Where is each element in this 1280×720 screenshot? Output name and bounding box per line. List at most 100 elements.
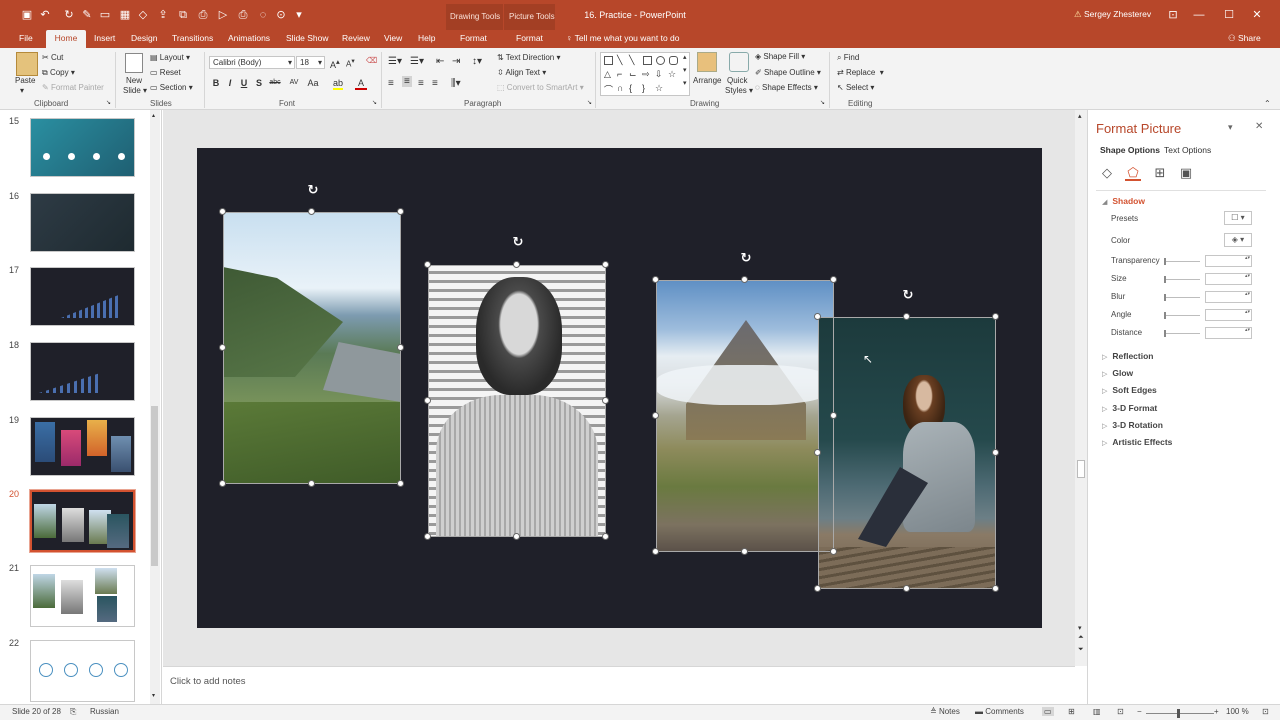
justify-icon[interactable]: ≡ (432, 78, 438, 89)
present-icon-3[interactable]: ⊙ (274, 8, 288, 22)
new-slide-label-1[interactable]: New (126, 76, 142, 85)
reading-view-icon[interactable]: ▥ (1093, 707, 1101, 716)
redo-icon[interactable]: ↻ (62, 8, 76, 22)
slide-thumbnail[interactable] (30, 565, 135, 627)
scroll-up-icon[interactable]: ▴ (1078, 112, 1082, 120)
columns-icon[interactable]: ⫼▾ (451, 78, 461, 89)
shape-arrow-right[interactable]: ⇨ (642, 69, 650, 80)
effects-icon[interactable]: ⬠ (1125, 165, 1141, 181)
slideshow-view-icon[interactable]: ⊡ (1117, 707, 1124, 716)
shape-triangle[interactable]: △ (604, 69, 611, 80)
align-left-icon[interactable]: ≡ (388, 78, 394, 89)
resize-handle[interactable] (814, 313, 821, 320)
transparency-input[interactable] (1205, 255, 1252, 267)
format-painter-button[interactable]: ✎ Format Painter (42, 83, 104, 92)
angle-slider[interactable] (1164, 312, 1200, 319)
resize-handle[interactable] (424, 533, 431, 540)
resize-handle[interactable] (424, 397, 431, 404)
text-direction-button[interactable]: ⇅ Text Direction ▾ (497, 53, 561, 62)
zoom-slider[interactable] (1146, 713, 1214, 714)
rotate-handle-icon[interactable]: ↻ (306, 183, 320, 197)
highlight-icon[interactable]: ab (333, 78, 344, 90)
quick-styles-button[interactable]: Styles ▾ (725, 86, 753, 95)
shapes-gallery[interactable]: ╲ ╲ △ ⌐ ⌙ ⇨ ⇩ ☆ ⌒ ∩ { } ☆ (600, 52, 690, 96)
rotate-handle-icon[interactable]: ↻ (901, 288, 915, 302)
resize-handle[interactable] (652, 276, 659, 283)
screenshot-icon[interactable]: ⧉ (176, 8, 190, 22)
arrange-button[interactable]: Arrange (693, 76, 721, 85)
resize-handle[interactable] (814, 449, 821, 456)
decrease-indent-icon[interactable]: ⇤ (436, 56, 444, 67)
next-slide-icon[interactable]: ⏷ (1078, 646, 1084, 654)
distance-input[interactable] (1205, 327, 1252, 339)
glow-section[interactable]: ▷ Glow (1102, 368, 1133, 378)
resize-handle[interactable] (602, 533, 609, 540)
resize-handle[interactable] (652, 412, 659, 419)
resize-handle[interactable] (397, 344, 404, 351)
tab-picture-format[interactable]: Format (516, 33, 543, 43)
replace-button[interactable]: ⇄ Replace ▾ (837, 68, 884, 77)
zoom-in-icon[interactable]: + (1214, 707, 1219, 716)
zoom-level[interactable]: 100 % (1226, 707, 1249, 716)
slide-thumbnail[interactable] (30, 193, 135, 252)
notes-button[interactable]: ≜ Notes (930, 707, 960, 716)
angle-input[interactable] (1205, 309, 1252, 321)
soft-edges-section[interactable]: ▷ Soft Edges (1102, 385, 1157, 395)
decrease-font-icon[interactable]: A▾ (346, 57, 355, 69)
pane-close-icon[interactable]: ✕ (1255, 121, 1263, 132)
previous-slide-icon[interactable]: ⏶ (1078, 634, 1084, 642)
shape-star-2[interactable]: ☆ (655, 83, 663, 94)
underline-button[interactable]: U (238, 78, 250, 88)
slide-canvas[interactable]: ↻ ↻ ↻ ↻ ↖ (197, 148, 1042, 628)
size-input[interactable] (1205, 273, 1252, 285)
resize-handle[interactable] (602, 397, 609, 404)
shape-star[interactable]: ☆ (668, 69, 676, 80)
align-right-icon[interactable]: ≡ (418, 78, 424, 89)
fill-line-icon[interactable]: ◇ (1099, 165, 1115, 181)
shape-text-box[interactable] (604, 56, 613, 65)
paste-dropdown-icon[interactable]: ▾ (20, 86, 24, 95)
clipboard-launcher-icon[interactable]: ↘ (106, 99, 111, 106)
resize-handle[interactable] (830, 276, 837, 283)
shape-connector[interactable]: ⌐ (617, 69, 622, 79)
tab-slide-show[interactable]: Slide Show (286, 33, 329, 43)
rotate-handle-icon[interactable]: ↻ (511, 235, 525, 249)
3d-rotation-section[interactable]: ▷ 3-D Rotation (1102, 420, 1163, 430)
quick-styles-label-1[interactable]: Quick (727, 76, 747, 85)
spellcheck-icon[interactable]: ⎘ (70, 707, 76, 717)
tab-file[interactable]: File (19, 33, 33, 43)
paste-button[interactable]: Paste (15, 76, 35, 85)
blur-input[interactable] (1205, 291, 1252, 303)
resize-handle[interactable] (741, 276, 748, 283)
resize-handle[interactable] (308, 480, 315, 487)
shape-line[interactable]: ╲ (617, 55, 622, 66)
save-icon[interactable]: ▣ (20, 8, 34, 22)
share-icon[interactable]: ⇪ (156, 8, 170, 22)
zoom-slider-thumb[interactable] (1177, 709, 1180, 718)
increase-indent-icon[interactable]: ⇥ (452, 56, 460, 67)
align-center-icon[interactable]: ≡ (402, 76, 412, 87)
select-button[interactable]: ↖ Select ▾ (837, 83, 874, 92)
shape-line-2[interactable]: ╲ (629, 55, 634, 66)
shadow-section[interactable]: ◢ Shadow (1102, 196, 1145, 206)
picture-icon[interactable]: ▣ (1178, 165, 1194, 181)
shape-fill-button[interactable]: ◈ Shape Fill ▾ (755, 52, 805, 61)
slide-thumbnail[interactable] (30, 640, 135, 702)
paste-icon[interactable] (16, 52, 38, 76)
print-icon-2[interactable]: ⎙ (236, 8, 250, 22)
cut-button[interactable]: ✂ Cut (42, 53, 63, 62)
fit-slide-icon[interactable]: ⊡ (1262, 707, 1269, 716)
font-launcher-icon[interactable]: ↘ (372, 99, 377, 106)
gallery-scroll-down-icon[interactable]: ▾ (683, 66, 687, 74)
section-button[interactable]: ▭ Section ▾ (150, 83, 193, 92)
artistic-effects-section[interactable]: ▷ Artistic Effects (1102, 437, 1172, 447)
resize-handle[interactable] (652, 548, 659, 555)
maximize-icon[interactable]: ☐ (1214, 6, 1244, 24)
new-slide-button[interactable]: Slide ▾ (123, 86, 147, 95)
normal-view-icon[interactable]: ▭ (1042, 707, 1054, 716)
shape-effects-button[interactable]: ◌ Shape Effects ▾ (755, 83, 818, 92)
change-case-button[interactable]: Aa (305, 78, 321, 88)
resize-handle[interactable] (830, 412, 837, 419)
tab-help[interactable]: Help (418, 33, 435, 43)
shape-oval[interactable] (656, 56, 665, 65)
